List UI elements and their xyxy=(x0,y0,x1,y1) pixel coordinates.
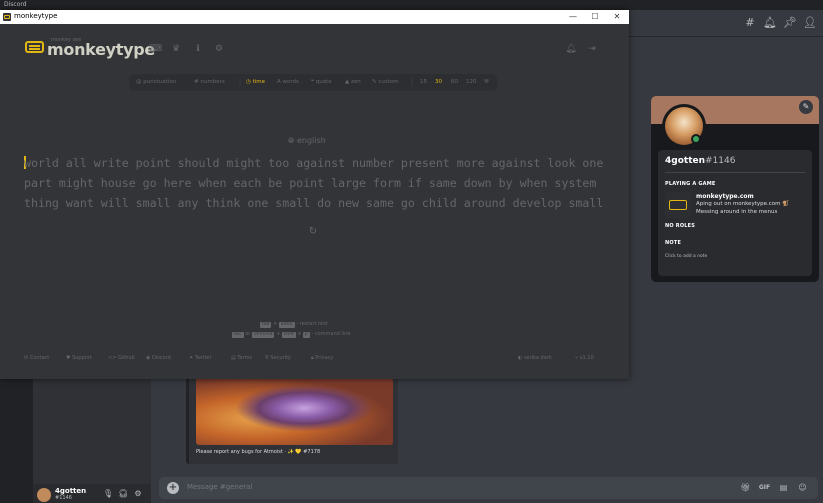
custom-time-tool-icon[interactable]: ⚒ xyxy=(484,79,489,85)
key-p: p xyxy=(302,332,310,338)
mode-words[interactable]: A words xyxy=(277,79,299,85)
notifications-bell-icon[interactable]: 🔔︎ xyxy=(565,43,577,55)
time-15[interactable]: 15 xyxy=(420,79,427,85)
footer-security[interactable]: ⛨ Security xyxy=(265,355,291,361)
time-30[interactable]: 30 xyxy=(435,79,442,85)
note-input[interactable]: Click to add a note xyxy=(665,254,707,259)
game-state: Aping out on monkeytype.com 🐒 xyxy=(696,201,790,207)
mode-zen[interactable]: ▲ zen xyxy=(345,79,361,85)
footer-version[interactable]: ⑂ v1.10 xyxy=(575,355,594,361)
close-button[interactable]: ✕ xyxy=(606,10,628,24)
divider xyxy=(665,172,805,173)
key-tab: tab xyxy=(260,322,272,328)
footer-privacy[interactable]: 🔒︎ Privacy xyxy=(311,355,333,361)
playing-title: PLAYING A GAME xyxy=(665,181,716,187)
gear-icon[interactable]: ⚙ xyxy=(133,489,143,499)
profile-popout: ✎ 4gotten#1146 PLAYING A GAME monkeytype… xyxy=(651,96,819,282)
words-area[interactable]: world all write point should might too a… xyxy=(24,153,614,213)
numbers-toggle[interactable]: # numbers xyxy=(194,79,225,85)
online-status-icon xyxy=(691,134,701,144)
discord-titlebar: Discord xyxy=(0,0,823,10)
app-icon xyxy=(3,13,11,21)
profile-name: 4gotten#1146 xyxy=(665,156,735,166)
mode-time[interactable]: ◷ time xyxy=(246,79,265,85)
footer-contact[interactable]: ✉ Contact xyxy=(24,355,49,361)
roles-title: NO ROLES xyxy=(665,223,696,229)
profile-username: 4gotten xyxy=(665,156,706,166)
crown-icon[interactable]: ♛ xyxy=(170,43,182,55)
language-selector[interactable]: 🌐︎ english xyxy=(288,136,326,146)
gif-icon[interactable]: GIF xyxy=(758,482,771,494)
emoji-icon[interactable]: ☺ xyxy=(796,482,809,494)
username: 4gotten xyxy=(55,487,87,495)
time-60[interactable]: 60 xyxy=(451,79,458,85)
restart-icon[interactable]: ↻ xyxy=(307,226,319,238)
window-titlebar: monkeytype — ☐ ✕ xyxy=(0,10,629,24)
game-icon xyxy=(665,192,691,218)
microphone-icon[interactable]: 🎙︎ xyxy=(103,489,113,499)
minimize-button[interactable]: — xyxy=(562,10,584,24)
key-esc: esc xyxy=(232,332,244,338)
footer-theme[interactable]: ◐ serika dark xyxy=(518,355,552,361)
keyboard-icon[interactable]: ⌨ xyxy=(149,43,162,55)
divider xyxy=(411,78,413,87)
footer-discord[interactable]: ◉ Discord xyxy=(146,355,171,361)
key-shift: shift xyxy=(281,332,296,338)
footer-support[interactable]: ♥ Support xyxy=(66,355,92,361)
note-title: NOTE xyxy=(665,240,682,246)
window-title: monkeytype xyxy=(14,12,58,20)
user-tag: #1146 xyxy=(55,495,72,501)
logo-icon[interactable] xyxy=(25,41,44,53)
threads-icon[interactable]: # xyxy=(743,16,757,30)
footer-terms[interactable]: ▤ Terms xyxy=(231,355,252,361)
game-details: Messing around in the menus xyxy=(696,209,778,215)
message-input[interactable]: + Message #general 🎁︎ GIF ▤ ☺ xyxy=(159,477,818,499)
add-attachment-icon[interactable]: + xyxy=(167,482,179,494)
info-icon[interactable]: ℹ xyxy=(192,43,204,55)
mode-quote[interactable]: ❝ quote xyxy=(311,79,332,85)
edit-pencil-icon[interactable]: ✎ xyxy=(799,100,813,114)
footer-github[interactable]: <> Github xyxy=(108,355,135,361)
sticker-icon[interactable]: ▤ xyxy=(777,482,790,494)
message-embed: Please report any bugs for Atmoist · ✨ 💛… xyxy=(186,378,398,464)
gift-icon[interactable]: 🎁︎ xyxy=(739,482,752,494)
time-120[interactable]: 120 xyxy=(466,79,477,85)
headphones-icon[interactable]: 🎧︎ xyxy=(118,489,128,499)
words-line: part might house go here when each be po… xyxy=(24,176,597,190)
avatar[interactable] xyxy=(37,488,51,502)
embed-footer: Please report any bugs for Atmoist · ✨ 💛… xyxy=(196,449,321,455)
login-icon[interactable]: ⇥ xyxy=(586,43,598,55)
key-ctrl: ctrl/cmd xyxy=(251,332,275,338)
message-placeholder: Message #general xyxy=(187,483,253,491)
command-line-hint: esc or ctrl/cmd + shift + p - command li… xyxy=(232,331,351,338)
divider xyxy=(239,78,241,87)
embed-image[interactable] xyxy=(196,378,393,445)
mode-custom[interactable]: ✎ custom xyxy=(372,79,399,85)
words-line: thing want will small any think one smal… xyxy=(24,196,604,210)
restart-hint: tab + enter - restart test xyxy=(260,321,328,328)
game-title: monkeytype.com xyxy=(696,193,754,200)
words-line: world all write point should might too a… xyxy=(24,156,604,170)
channel-header: # 🔔︎ 📌︎ 👤︎ xyxy=(629,10,823,37)
test-config-bar: @ punctuation # numbers ◷ time A words ❝… xyxy=(129,74,497,91)
maximize-button[interactable]: ☐ xyxy=(584,10,606,24)
key-enter: enter xyxy=(278,322,295,328)
monkeytype-window: monkeytype — ☐ ✕ monkey see monkeytype ⌨… xyxy=(0,10,629,379)
profile-tag: #1146 xyxy=(705,156,736,166)
logo-text[interactable]: monkeytype xyxy=(47,40,155,59)
pin-icon[interactable]: 📌︎ xyxy=(783,16,797,30)
footer-twitter[interactable]: ✦ Twitter xyxy=(189,355,212,361)
punctuation-toggle[interactable]: @ punctuation xyxy=(136,79,176,85)
profile-body: 4gotten#1146 PLAYING A GAME monkeytype.c… xyxy=(658,150,812,276)
settings-gear-icon[interactable]: ⚙ xyxy=(213,43,225,55)
members-icon[interactable]: 👤︎ xyxy=(803,16,817,30)
bell-icon[interactable]: 🔔︎ xyxy=(763,16,777,30)
user-panel: 4gotten #1146 🎙︎ 🎧︎ ⚙ xyxy=(33,484,151,503)
